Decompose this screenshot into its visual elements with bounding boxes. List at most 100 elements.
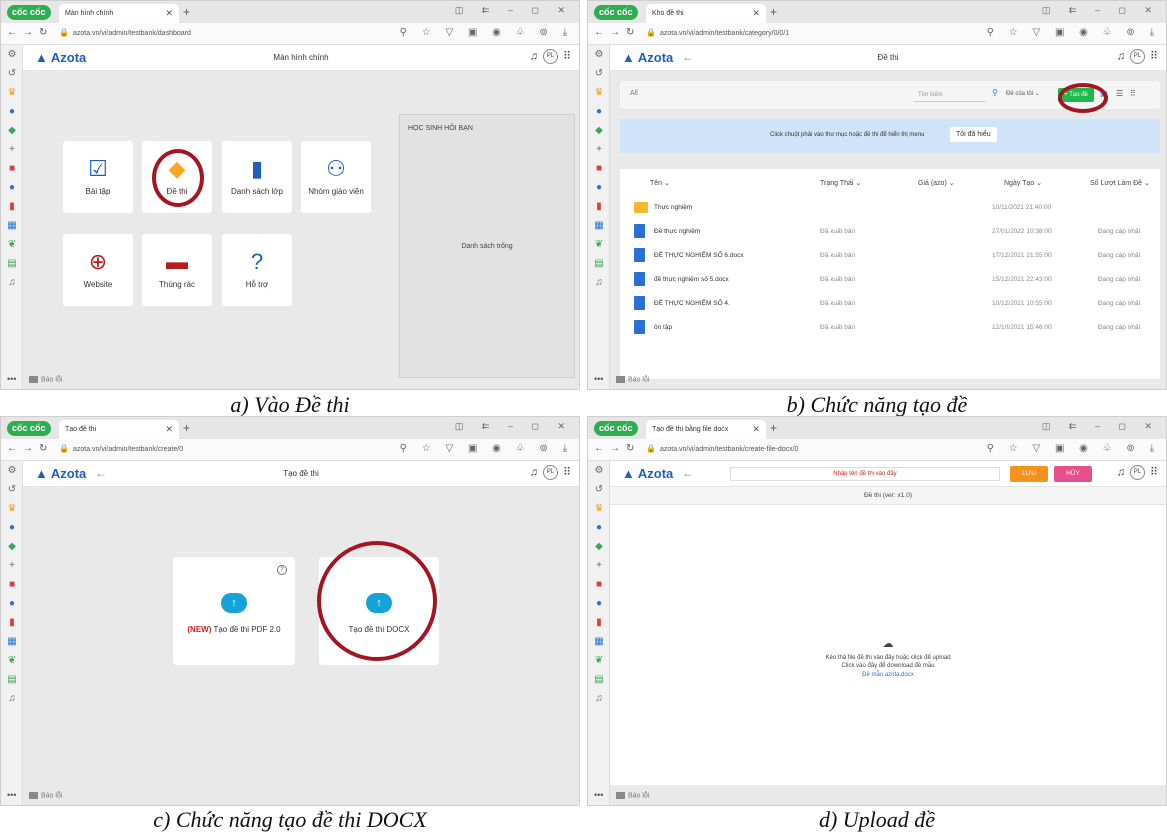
- browser-logo[interactable]: cốc cốc: [594, 5, 638, 20]
- notification-icon[interactable]: ♫: [530, 50, 538, 62]
- browser-tab[interactable]: Màn hình chính ✕: [59, 4, 179, 23]
- avatar[interactable]: PL: [542, 465, 558, 480]
- history-icon[interactable]: ↺: [588, 480, 610, 499]
- forward-icon[interactable]: →: [23, 443, 33, 454]
- back-icon[interactable]: ←: [594, 443, 604, 454]
- note-icon[interactable]: ▮: [588, 197, 610, 216]
- close-icon[interactable]: ✕: [752, 4, 760, 23]
- scrollbar[interactable]: [579, 71, 580, 291]
- avatar[interactable]: PL: [542, 49, 558, 64]
- close-icon[interactable]: ✕: [752, 420, 760, 439]
- avatar[interactable]: PL: [1129, 465, 1145, 480]
- browser-tab[interactable]: Tạo đề thi bằng file docx ✕: [646, 420, 766, 439]
- address-bar[interactable]: 🔒 azota.vn/vi/admin/testbank/create-file-…: [646, 444, 798, 453]
- settings-icon[interactable]: ⚙: [588, 461, 610, 480]
- avatar[interactable]: PL: [1129, 49, 1145, 64]
- new-tab-icon[interactable]: +: [183, 421, 190, 435]
- card-website[interactable]: ⊕ Website: [63, 234, 133, 306]
- table-row[interactable]: Thực nghiệm 10/11/2021 21:40:00: [620, 197, 1160, 217]
- leaf-icon[interactable]: ❦: [588, 235, 610, 254]
- search-input[interactable]: Tìm kiếm: [914, 88, 986, 102]
- notification-icon[interactable]: ♫: [530, 466, 538, 478]
- create-pdf-card[interactable]: ? ↑ (NEW) Tạo đề thi PDF 2.0: [173, 557, 295, 665]
- upload-dropzone[interactable]: ☁ Kéo thả file đề thi vào đây hoặc click…: [610, 505, 1166, 785]
- table-row[interactable]: đề thực nghiệm số 5.docx Đã xuất bản 15/…: [620, 269, 1160, 289]
- back-icon[interactable]: ←: [594, 27, 604, 38]
- address-bar[interactable]: 🔒 azota.vn/vi/admin/testbank/category/0/0…: [646, 28, 789, 37]
- bell-icon[interactable]: ♫: [1, 273, 23, 292]
- extensions-icons[interactable]: ⚲ ☆ ▽ ▣ ◉ ♧ ⊚ ⤓: [987, 27, 1160, 38]
- table-row[interactable]: Đề thực nghiệm Đã xuất bản 27/01/2022 10…: [620, 221, 1160, 241]
- more-icon[interactable]: •••: [7, 790, 16, 800]
- reload-icon[interactable]: ↻: [626, 443, 634, 454]
- game-icon[interactable]: ◆: [1, 537, 23, 556]
- sheet-icon[interactable]: ▤: [588, 670, 610, 689]
- add-icon[interactable]: +: [588, 556, 610, 575]
- address-bar[interactable]: 🔒 azota.vn/vi/admin/testbank/create/0: [59, 444, 183, 453]
- bell-icon[interactable]: ♫: [588, 689, 610, 708]
- apps-grid-icon[interactable]: ⠿: [1150, 50, 1158, 62]
- messenger-icon[interactable]: ●: [1, 518, 23, 537]
- new-tab-icon[interactable]: +: [770, 421, 777, 435]
- leaf-icon[interactable]: ❦: [588, 651, 610, 670]
- calendar-icon[interactable]: ▦: [1, 632, 23, 651]
- browser-tab[interactable]: Kho đề thi ✕: [646, 4, 766, 23]
- crown-icon[interactable]: ♛: [588, 83, 610, 102]
- extensions-icons[interactable]: ⚲ ☆ ▽ ▣ ◉ ♧ ⊚ ⤓: [987, 443, 1160, 454]
- report-link[interactable]: Báo lỗi: [616, 791, 649, 799]
- apps-grid-icon[interactable]: ⠿: [1150, 466, 1158, 478]
- close-icon[interactable]: ✕: [165, 4, 173, 23]
- more-icon[interactable]: •••: [594, 790, 603, 800]
- apps-grid-icon[interactable]: ⠿: [563, 50, 571, 62]
- window-controls[interactable]: ◫ ⇇ – ◻ ✕: [455, 5, 573, 16]
- extensions-icons[interactable]: ⚲ ☆ ▽ ▣ ◉ ♧ ⊚ ⤓: [400, 27, 573, 38]
- column-header[interactable]: Tên ⌄: [650, 179, 670, 187]
- azota-logo[interactable]: ▲ Azota: [622, 466, 673, 481]
- crown-icon[interactable]: ♛: [588, 499, 610, 518]
- cancel-button[interactable]: HỦY: [1054, 466, 1092, 482]
- note-icon[interactable]: ▮: [1, 613, 23, 632]
- forward-icon[interactable]: →: [23, 27, 33, 38]
- reload-icon[interactable]: ↻: [39, 27, 47, 38]
- column-header[interactable]: Giá (azo) ⌄: [918, 179, 955, 187]
- calendar-icon[interactable]: ▦: [588, 632, 610, 651]
- search-icon[interactable]: ⚲: [992, 88, 998, 97]
- new-tab-icon[interactable]: +: [770, 5, 777, 19]
- apps-grid-icon[interactable]: ⠿: [563, 466, 571, 478]
- back-arrow-icon[interactable]: ←: [682, 466, 694, 480]
- info-icon[interactable]: ●: [588, 594, 610, 613]
- youtube-icon[interactable]: ■: [1, 575, 23, 594]
- browser-tab[interactable]: Tạo đề thi ✕: [59, 420, 179, 439]
- add-icon[interactable]: +: [1, 556, 23, 575]
- reload-icon[interactable]: ↻: [626, 27, 634, 38]
- info-icon[interactable]: ●: [1, 594, 23, 613]
- report-link[interactable]: Báo lỗi: [29, 791, 62, 799]
- messenger-icon[interactable]: ●: [1, 102, 23, 121]
- report-link[interactable]: Báo lỗi: [616, 375, 649, 383]
- browser-logo[interactable]: cốc cốc: [7, 5, 51, 20]
- youtube-icon[interactable]: ■: [588, 575, 610, 594]
- browser-logo[interactable]: cốc cốc: [594, 421, 638, 436]
- card-nhom-giao-vien[interactable]: ⚇ Nhóm giáo viên: [301, 141, 371, 213]
- column-header[interactable]: Số Lượt Làm Đề ⌄: [1090, 179, 1150, 187]
- settings-icon[interactable]: ⚙: [588, 45, 610, 64]
- category-filter[interactable]: All: [630, 90, 638, 97]
- card-bai-tap[interactable]: ☑ Bài tập: [63, 141, 133, 213]
- back-icon[interactable]: ←: [7, 443, 17, 454]
- leaf-icon[interactable]: ❦: [1, 235, 23, 254]
- owner-filter[interactable]: Đề của tôi ⌄: [1006, 90, 1040, 97]
- forward-icon[interactable]: →: [610, 27, 620, 38]
- report-link[interactable]: Báo lỗi: [29, 375, 62, 383]
- table-row[interactable]: ĐỀ THỰC NGHIỆM SỐ 6.docx Đã xuất bản 17/…: [620, 245, 1160, 265]
- reload-icon[interactable]: ↻: [39, 443, 47, 454]
- calendar-icon[interactable]: ▦: [588, 216, 610, 235]
- column-header[interactable]: Ngày Tạo ⌄: [1004, 179, 1042, 187]
- table-row[interactable]: ĐỀ THỰC NGHIỆM SỐ 4. Đã xuất bản 10/12/2…: [620, 293, 1160, 313]
- card-thung-rac[interactable]: ▬ Thùng rác: [142, 234, 212, 306]
- notification-icon[interactable]: ♫: [1117, 50, 1125, 62]
- history-icon[interactable]: ↺: [1, 480, 23, 499]
- card-ho-tro[interactable]: ? Hỗ trợ: [222, 234, 292, 306]
- close-icon[interactable]: ✕: [165, 420, 173, 439]
- tile-view-icon[interactable]: ⠿: [1130, 89, 1136, 98]
- history-icon[interactable]: ↺: [1, 64, 23, 83]
